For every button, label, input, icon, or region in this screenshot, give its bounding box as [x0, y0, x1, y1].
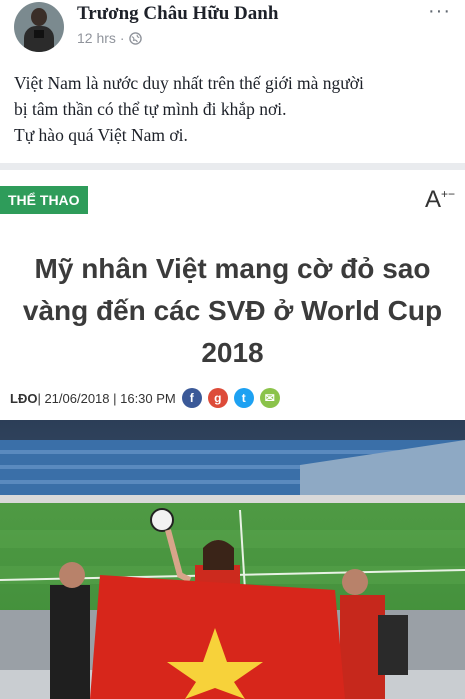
globe-icon — [128, 31, 142, 45]
share-buttons: f g t ✉ — [181, 388, 280, 408]
post-time[interactable]: 12 hrs — [77, 30, 116, 46]
article-photo[interactable] — [0, 420, 465, 699]
article-headline[interactable]: Mỹ nhân Việt mang cờ đỏ sao vàng đến các… — [8, 248, 457, 374]
headline-line: vàng đến các SVĐ ở World Cup — [22, 295, 443, 326]
post-text-line: Tự hào quá Việt Nam ơi. — [14, 125, 188, 145]
facebook-post: Trương Châu Hữu Danh 12 hrs · ··· Việt N… — [0, 0, 465, 163]
more-options-icon[interactable]: ··· — [428, 0, 451, 23]
font-size-control[interactable]: A+− — [425, 186, 455, 214]
post-text-line: Việt Nam là nước duy nhất trên thế giới … — [14, 73, 364, 93]
source-label: LĐO — [10, 390, 38, 406]
article-byline: LĐO | 21/06/2018 | 16:30 PM f g t ✉ — [10, 388, 280, 408]
category-badge[interactable]: THỂ THAO — [0, 186, 88, 214]
post-text-line: bị tâm thần có thể tự mình đi khắp nơi. — [14, 99, 287, 119]
headline-line: Mỹ nhân Việt mang cờ đỏ sao — [34, 253, 431, 284]
separator: · — [119, 30, 125, 46]
facebook-icon[interactable]: f — [181, 388, 202, 408]
email-icon[interactable]: ✉ — [259, 388, 280, 408]
avatar[interactable] — [14, 2, 64, 52]
font-size-sup: +− — [440, 187, 455, 201]
shared-article[interactable]: THỂ THAO A+− Mỹ nhân Việt mang cờ đỏ sao… — [0, 170, 465, 699]
stadium-photo — [0, 420, 465, 699]
font-size-label: A — [424, 186, 441, 213]
headline-line: 2018 — [201, 337, 264, 368]
byline-date: | 21/06/2018 | 16:30 PM — [37, 390, 176, 406]
google-plus-icon[interactable]: g — [207, 388, 228, 408]
twitter-icon[interactable]: t — [233, 388, 254, 408]
post-meta: 12 hrs · — [77, 30, 142, 46]
post-text: Việt Nam là nước duy nhất trên thế giới … — [14, 70, 454, 148]
author-name[interactable]: Trương Châu Hữu Danh — [77, 3, 278, 25]
